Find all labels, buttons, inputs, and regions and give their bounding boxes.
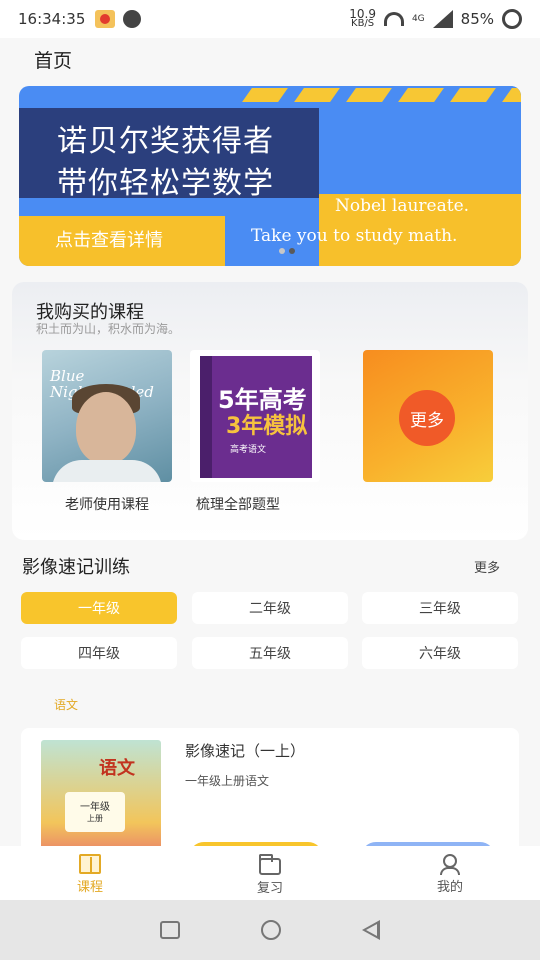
weibo-notification-icon xyxy=(95,10,116,28)
battery-icon xyxy=(502,9,522,29)
course-cover-image[interactable]: 5年高考 3年模拟 高考语文 xyxy=(190,350,320,482)
course-item[interactable]: 5年高考 3年模拟 高考语文 梳理全部题型 xyxy=(190,350,320,514)
grade-tab-3[interactable]: 三年级 xyxy=(362,592,518,624)
book-title: 影像速记（一上） xyxy=(185,742,306,760)
banner-english-line2: Take you to study math. xyxy=(251,226,458,246)
status-time: 16:34:35 xyxy=(18,10,86,28)
book-description: 一年级上册语文 xyxy=(185,774,270,788)
network-type: 4G xyxy=(411,14,425,24)
grade-tab-4[interactable]: 四年级 xyxy=(21,637,177,669)
notification-icon xyxy=(123,10,142,28)
book-cover-image[interactable]: 语文 一年级 上册 xyxy=(41,740,161,858)
grade-tab-2[interactable]: 二年级 xyxy=(192,592,348,624)
subject-tag[interactable]: 语文 xyxy=(54,696,78,713)
nav-tab-profile[interactable]: 我的 xyxy=(360,846,540,900)
nav-tab-courses[interactable]: 课程 xyxy=(0,846,180,900)
user-icon xyxy=(440,854,460,875)
more-courses-cover[interactable]: 更多 xyxy=(363,350,493,482)
banner-english-line1: Nobel laureate. xyxy=(335,196,470,216)
battery-percent: 85% xyxy=(460,10,494,28)
course-item[interactable]: Blue Nightcrawled 老师使用课程 xyxy=(42,350,172,514)
my-courses-subtitle: 积土而为山，积水而为海。 xyxy=(36,322,181,336)
nav-tab-label: 复习 xyxy=(256,881,283,896)
book-card[interactable]: 语文 一年级 上册 影像速记（一上） 一年级上册语文 xyxy=(21,728,519,858)
signal-icon xyxy=(432,10,453,28)
nav-tab-label: 课程 xyxy=(76,880,103,895)
course-label: 老师使用课程 xyxy=(65,497,149,513)
promo-banner[interactable]: 诺贝尔奖获得者 带你轻松学数学 点击查看详情 Nobel laureate. T… xyxy=(19,86,521,266)
banner-dot[interactable] xyxy=(279,248,285,254)
network-speed: 10.9 KB/S xyxy=(349,7,376,29)
training-section-title: 影像速记训练 xyxy=(22,557,130,578)
page-title: 首页 xyxy=(34,50,73,72)
course-cover-image[interactable]: Blue Nightcrawled xyxy=(42,350,172,482)
banner-dot-active[interactable] xyxy=(289,248,295,254)
banner-pagination xyxy=(279,248,295,254)
system-navigation-bar xyxy=(0,900,540,960)
nav-tab-label: 我的 xyxy=(436,880,463,895)
home-icon[interactable] xyxy=(260,920,281,940)
book-icon xyxy=(79,854,101,874)
more-courses-item[interactable]: 更多 xyxy=(363,350,493,482)
banner-headline-line2: 带你轻松学数学 xyxy=(57,166,274,201)
nav-tab-review[interactable]: 复习 xyxy=(180,846,360,900)
banner-cta-link[interactable]: 点击查看详情 xyxy=(55,226,163,252)
more-courses-button[interactable]: 更多 xyxy=(399,390,455,446)
training-more-link[interactable]: 更多 xyxy=(474,557,500,576)
hotspot-icon xyxy=(383,12,404,26)
status-bar: 16:34:35 10.9 KB/S 4G 85% xyxy=(0,0,540,38)
back-icon[interactable] xyxy=(361,920,380,940)
recent-apps-icon[interactable] xyxy=(160,921,181,939)
bottom-navigation: 课程 复习 我的 xyxy=(0,846,540,900)
grade-tab-5[interactable]: 五年级 xyxy=(192,637,348,669)
folder-icon xyxy=(259,854,281,875)
grade-tab-1[interactable]: 一年级 xyxy=(21,592,177,624)
my-courses-card: 我购买的课程 积土而为山，积水而为海。 Blue Nightcrawled 老师… xyxy=(12,282,528,540)
banner-headline-line1: 诺贝尔奖获得者 xyxy=(57,124,274,159)
course-label: 梳理全部题型 xyxy=(196,497,280,513)
grade-tab-6[interactable]: 六年级 xyxy=(362,637,518,669)
